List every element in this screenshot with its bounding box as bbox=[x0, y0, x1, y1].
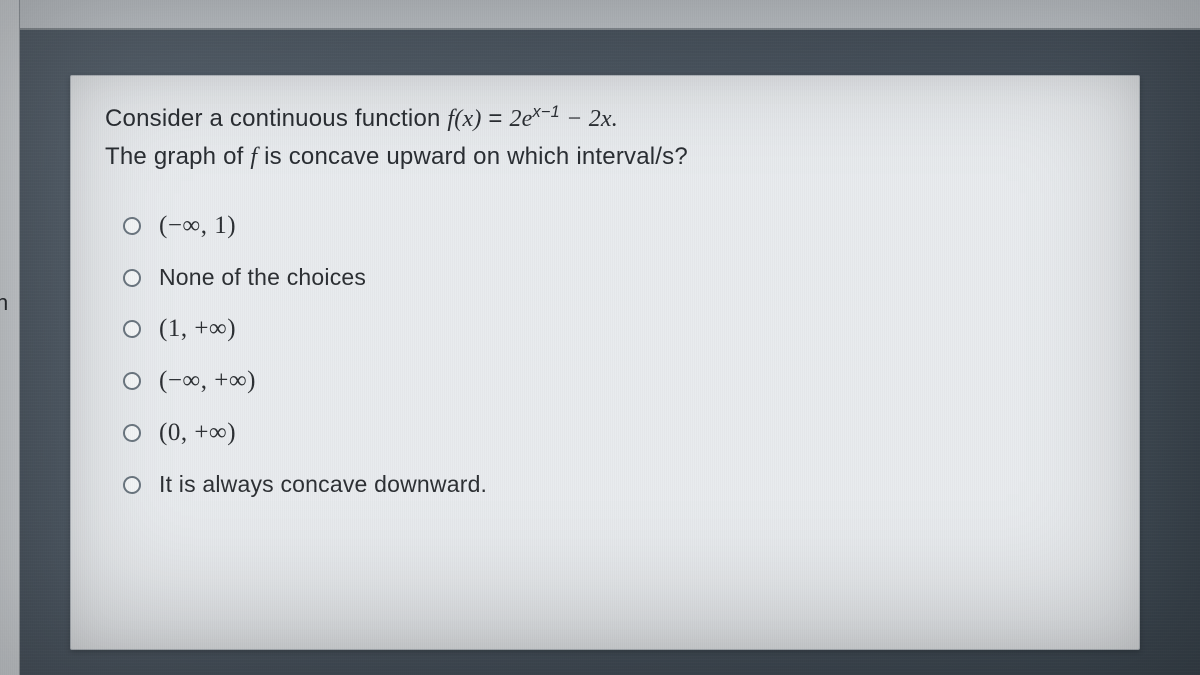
top-strip bbox=[20, 0, 1200, 30]
choice-label: (−∞, 1) bbox=[159, 212, 236, 240]
prompt-func-lhs: f(x) bbox=[447, 106, 481, 132]
prompt-rhs-b: − 2x. bbox=[560, 106, 618, 132]
radio-icon[interactable] bbox=[123, 320, 141, 338]
radio-icon[interactable] bbox=[123, 476, 141, 494]
question-prompt: Consider a continuous function f(x) = 2e… bbox=[105, 100, 1105, 176]
prompt-rhs-a: 2e bbox=[509, 106, 532, 132]
choice-label: None of the choices bbox=[159, 264, 366, 291]
choice-option[interactable]: It is always concave downward. bbox=[123, 471, 1105, 498]
choice-option[interactable]: (0, +∞) bbox=[123, 419, 1105, 447]
left-letter-fragment: n bbox=[0, 290, 8, 316]
prompt-eq: = bbox=[482, 105, 510, 132]
left-sidebar-strip: n bbox=[0, 0, 20, 675]
choice-option[interactable]: None of the choices bbox=[123, 264, 1105, 291]
prompt-line2-prefix: The graph of bbox=[105, 143, 250, 170]
radio-icon[interactable] bbox=[123, 424, 141, 442]
radio-icon[interactable] bbox=[123, 372, 141, 390]
choice-option[interactable]: (−∞, +∞) bbox=[123, 367, 1105, 395]
radio-icon[interactable] bbox=[123, 217, 141, 235]
radio-icon[interactable] bbox=[123, 269, 141, 287]
choice-label: (1, +∞) bbox=[159, 315, 236, 343]
choice-option[interactable]: (1, +∞) bbox=[123, 315, 1105, 343]
prompt-line1-prefix: Consider a continuous function bbox=[105, 105, 447, 132]
prompt-rhs-exp: x−1 bbox=[533, 103, 560, 121]
question-card: Consider a continuous function f(x) = 2e… bbox=[70, 75, 1140, 650]
choice-label: (0, +∞) bbox=[159, 419, 236, 447]
prompt-line2-suffix: is concave upward on which interval/s? bbox=[257, 143, 688, 170]
choices-list: (−∞, 1) None of the choices (1, +∞) (−∞,… bbox=[105, 212, 1105, 498]
choice-label: It is always concave downward. bbox=[159, 471, 487, 498]
choice-option[interactable]: (−∞, 1) bbox=[123, 212, 1105, 240]
choice-label: (−∞, +∞) bbox=[159, 367, 256, 395]
